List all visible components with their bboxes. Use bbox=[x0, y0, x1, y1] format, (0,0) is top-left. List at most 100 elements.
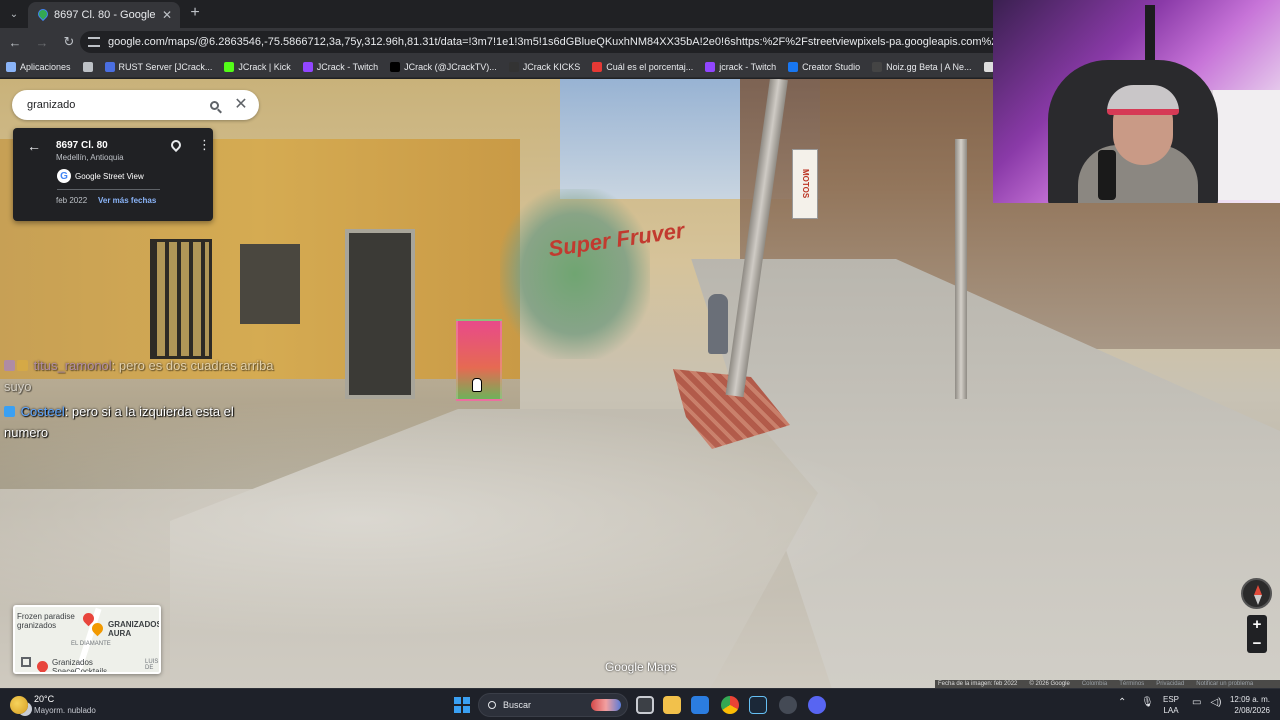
shelf bbox=[1210, 90, 1280, 200]
back-arrow-icon[interactable]: ← bbox=[27, 138, 41, 154]
chevron-up-icon[interactable]: ⌃ bbox=[1118, 697, 1126, 708]
apps-grid-icon bbox=[6, 61, 16, 72]
steam-icon[interactable] bbox=[749, 696, 767, 714]
pedestrian bbox=[708, 294, 728, 354]
bookmark-label: jcrack - Twitch bbox=[719, 61, 777, 72]
compass-icon[interactable] bbox=[1241, 578, 1272, 609]
language-indicator[interactable]: ESP LAA bbox=[1163, 694, 1179, 716]
rust-icon bbox=[104, 61, 115, 72]
volume-icon[interactable]: ◁) bbox=[1210, 697, 1221, 708]
task-view-icon[interactable] bbox=[636, 696, 654, 714]
minimap[interactable]: Frozen paradise granizados GRANIZADOS AU… bbox=[13, 605, 161, 674]
kicks-icon bbox=[508, 61, 519, 72]
weather-description: Mayorm. nublado bbox=[34, 706, 96, 715]
minimap-poi-label: Granizados SpaceCocktails bbox=[52, 658, 108, 674]
microphone-icon[interactable]: 🎙︎ bbox=[1141, 697, 1154, 708]
windows-start-icon[interactable] bbox=[454, 697, 470, 713]
zoom-out-button[interactable]: − bbox=[1247, 634, 1267, 653]
more-options-icon[interactable]: ⋮ bbox=[198, 138, 211, 151]
bookmark-item[interactable]: RUST Server [JCrack... bbox=[104, 61, 213, 72]
weather-widget[interactable]: 20°C Mayorm. nublado bbox=[10, 694, 96, 716]
bookmark-label: Aplicaciones bbox=[20, 61, 71, 72]
google-maps-favicon-icon bbox=[36, 9, 48, 21]
bookmark-label: RUST Server [JCrack... bbox=[118, 61, 213, 72]
tab-google-maps[interactable]: 8697 Cl. 80 - Google Maps ✕ bbox=[28, 2, 180, 28]
doorway bbox=[345, 229, 415, 399]
reload-button[interactable]: ↻ bbox=[57, 30, 81, 54]
bookmark-item[interactable]: JCrack KICKS bbox=[508, 61, 581, 72]
x-icon bbox=[390, 61, 401, 72]
maps-search-box[interactable]: granizado ✕ bbox=[12, 90, 259, 120]
prime-badge-icon bbox=[4, 406, 15, 417]
chrome-icon[interactable] bbox=[721, 696, 739, 714]
bookmark-item[interactable] bbox=[82, 61, 93, 72]
minimap-area-label: EL DIAMANTE bbox=[71, 641, 111, 647]
language-code: ESP bbox=[1163, 695, 1180, 704]
close-tab-icon[interactable]: ✕ bbox=[162, 8, 172, 22]
minimap-area-label: LUIS DE bbox=[145, 659, 159, 671]
network-icon[interactable]: ▭ bbox=[1192, 697, 1201, 708]
zoom-in-button[interactable]: + bbox=[1247, 615, 1267, 634]
twitch-icon bbox=[705, 61, 716, 72]
bookmark-item[interactable]: Creator Studio bbox=[788, 61, 860, 72]
forward-button[interactable]: → bbox=[30, 30, 54, 54]
bookmark-item[interactable]: Noiz.gg Beta | A Ne... bbox=[872, 61, 972, 72]
expand-map-icon[interactable] bbox=[21, 657, 31, 667]
google-maps-watermark: Google Maps bbox=[605, 660, 677, 674]
bookmark-item[interactable]: JCrack (@JCrackTV)... bbox=[390, 61, 497, 72]
site-info-icon[interactable] bbox=[88, 37, 100, 47]
system-tray: ⌃ bbox=[1118, 697, 1126, 708]
tab-search-button[interactable]: ⌄ bbox=[4, 4, 24, 24]
file-explorer-icon[interactable] bbox=[663, 696, 681, 714]
mouse-cursor-hand-icon bbox=[472, 378, 482, 392]
noiz-icon bbox=[872, 61, 883, 72]
image-date: Fecha de la imagen: feb 2022 bbox=[938, 681, 1018, 687]
weather-temperature: 20°C bbox=[34, 694, 55, 704]
obs-icon[interactable] bbox=[779, 696, 797, 714]
location-pin-icon[interactable] bbox=[168, 137, 184, 153]
bookmark-item[interactable]: Cuál es el porcentaj... bbox=[592, 61, 694, 72]
back-button[interactable]: ← bbox=[3, 30, 27, 54]
taskbar-search[interactable]: Buscar bbox=[478, 693, 628, 717]
bookmark-item[interactable]: JCrack | Kick bbox=[224, 61, 291, 72]
bookmark-item[interactable]: JCrack - Twitch bbox=[302, 61, 379, 72]
chat-username: Costeel bbox=[20, 404, 65, 419]
clock[interactable]: 12:09 a. m. 2/08/2026 bbox=[1228, 694, 1270, 716]
chat-message: titus_ramonol: pero es dos cuadras arrib… bbox=[4, 355, 294, 397]
minimap-poi-label: GRANIZADOS AURA bbox=[108, 620, 161, 638]
more-dates-link[interactable]: Ver más fechas bbox=[98, 196, 156, 205]
zoom-control: + − bbox=[1247, 615, 1267, 653]
window bbox=[240, 244, 300, 324]
report-problem-link[interactable]: Notificar un problema bbox=[1196, 681, 1253, 687]
barred-window bbox=[150, 239, 212, 359]
discord-icon[interactable] bbox=[808, 696, 826, 714]
poi-pin-icon[interactable] bbox=[34, 658, 51, 672]
language-layout: LAA bbox=[1163, 706, 1179, 715]
bookmark-label: JCrack - Twitch bbox=[316, 61, 379, 72]
bookmark-item[interactable]: Aplicaciones bbox=[6, 61, 71, 72]
search-icon[interactable] bbox=[204, 95, 224, 115]
utility-pole-far bbox=[955, 139, 967, 399]
google-logo-icon: G bbox=[57, 169, 71, 183]
system-tray-icons: ▭ ◁) bbox=[1192, 697, 1221, 708]
tab-title: 8697 Cl. 80 - Google Maps bbox=[54, 9, 156, 21]
clock-time: 12:09 a. m. bbox=[1229, 695, 1270, 704]
search-input[interactable]: granizado bbox=[27, 99, 197, 111]
bookmark-label: JCrack KICKS bbox=[522, 61, 581, 72]
taskbar-search-label: Buscar bbox=[503, 700, 532, 710]
outlook-icon[interactable] bbox=[691, 696, 709, 714]
bookmark-label: JCrack (@JCrackTV)... bbox=[404, 61, 497, 72]
terms-link[interactable]: Términos bbox=[1119, 681, 1144, 687]
bookmark-label: Cuál es el porcentaj... bbox=[606, 61, 694, 72]
close-icon[interactable]: ✕ bbox=[231, 95, 251, 115]
search-icon bbox=[488, 701, 496, 709]
clock-date: 2/08/2026 bbox=[1234, 706, 1270, 715]
new-tab-button[interactable]: + bbox=[186, 4, 204, 22]
privacy-link[interactable]: Privacidad bbox=[1156, 681, 1184, 687]
divider bbox=[57, 189, 160, 190]
street-view-source: G Google Street View bbox=[57, 169, 144, 183]
shop-mural bbox=[500, 189, 650, 359]
windows-taskbar: 20°C Mayorm. nublado Buscar ⌃ 🎙︎ ESP LAA… bbox=[0, 688, 1280, 720]
bookmark-item[interactable]: jcrack - Twitch bbox=[705, 61, 777, 72]
country-link[interactable]: Colombia bbox=[1082, 681, 1107, 687]
